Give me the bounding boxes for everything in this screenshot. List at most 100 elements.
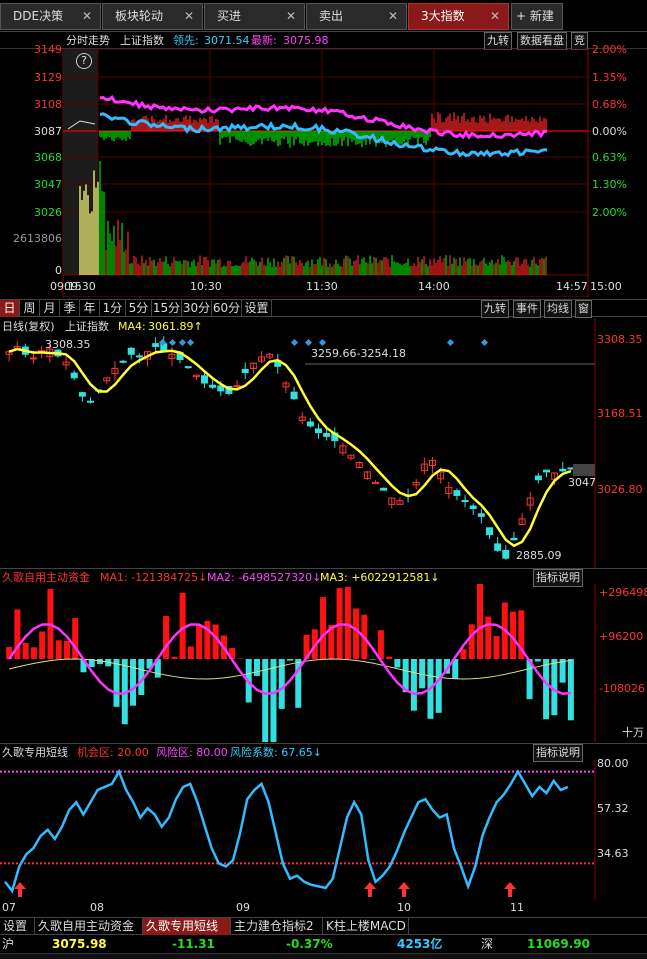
kline-candle bbox=[477, 513, 485, 517]
buy-arrow-icon bbox=[14, 882, 26, 897]
tab-3[interactable]: 买进 ✕ bbox=[204, 3, 305, 30]
latest-label: 最新: bbox=[251, 34, 277, 47]
shortline-chance: 机会区: 20.00 bbox=[77, 746, 149, 759]
kline-candle bbox=[534, 475, 542, 481]
shortline-chart[interactable] bbox=[0, 760, 647, 900]
kline-price-tick: 3308.35 bbox=[597, 333, 643, 346]
intraday-header: 分时走势 上证指数 领先: 3071.54 最新: 3075.98 九转 数据看… bbox=[0, 32, 647, 50]
kline-candle bbox=[323, 433, 331, 437]
kline-range-label: 3259.66-3254.18 bbox=[311, 347, 406, 360]
capital-bar bbox=[253, 659, 260, 676]
capital-bar bbox=[485, 616, 492, 659]
lead-label: 领先: bbox=[173, 34, 199, 47]
capital-bar bbox=[130, 659, 137, 706]
kline-button-3[interactable]: 窗 bbox=[575, 300, 592, 318]
capital-bar bbox=[113, 659, 120, 707]
kline-candle bbox=[290, 391, 298, 400]
period-6[interactable]: 5分 bbox=[126, 300, 152, 317]
tab-label: DDE决策 bbox=[13, 9, 64, 23]
status-bottom-strip bbox=[0, 953, 647, 959]
event-icon bbox=[318, 338, 327, 347]
kline-button-0[interactable]: 九转 bbox=[481, 300, 509, 318]
indicator-tab-0[interactable]: 设置 bbox=[0, 918, 35, 935]
capital-bar bbox=[55, 640, 62, 659]
data-view-button[interactable]: 数据看盘 bbox=[517, 32, 567, 50]
lead-value: 3071.54 bbox=[204, 34, 250, 47]
indicator-tab-2[interactable]: 久歌专用短线 bbox=[143, 918, 231, 935]
tab-5[interactable]: 3大指数 ✕ bbox=[408, 3, 509, 30]
capital-chart[interactable] bbox=[0, 584, 647, 742]
help-icon[interactable]: ? bbox=[76, 53, 92, 69]
shortline-risk: 风险区: 80.00 bbox=[156, 746, 228, 759]
kline-candle bbox=[453, 490, 461, 496]
capital-bar bbox=[171, 656, 178, 659]
capital-bar bbox=[559, 659, 566, 683]
capital-bar bbox=[179, 592, 186, 659]
capital-bar bbox=[287, 659, 293, 661]
kline-candle bbox=[127, 347, 135, 355]
jiuzhuan-button[interactable]: 九转 bbox=[484, 32, 512, 50]
indicator-tab-bar: 设置 久歌自用主动资金 久歌专用短线 主力建仓指标2 K柱上楼MACD bbox=[0, 917, 647, 935]
close-icon[interactable]: ✕ bbox=[388, 4, 398, 29]
kline-button-1[interactable]: 事件 bbox=[513, 300, 541, 318]
event-icon bbox=[168, 338, 177, 347]
close-icon[interactable]: ✕ bbox=[82, 4, 92, 29]
tab-label: 买进 bbox=[217, 9, 242, 23]
period-1[interactable]: 周 bbox=[20, 300, 40, 317]
kline-last-label: 3047 bbox=[568, 476, 596, 489]
capital-bar bbox=[187, 646, 194, 659]
pct-tick: 2.00% bbox=[592, 43, 627, 56]
close-icon[interactable]: ✕ bbox=[286, 4, 296, 29]
price-tick: 3047 bbox=[34, 178, 62, 191]
capital-bar bbox=[394, 659, 401, 668]
tab-label: 3大指数 bbox=[421, 9, 465, 23]
capital-bar bbox=[369, 659, 376, 660]
tab-2[interactable]: 板块轮动 ✕ bbox=[102, 3, 203, 30]
status-market: 沪 bbox=[2, 937, 15, 951]
time-tick: 14:57 bbox=[556, 280, 588, 293]
pct-tick: 0.00% bbox=[592, 125, 627, 138]
close-icon[interactable]: ✕ bbox=[184, 4, 194, 29]
pct-tick: 1.35% bbox=[592, 71, 627, 84]
period-4[interactable]: 年 bbox=[80, 300, 100, 317]
tab-1[interactable]: DDE决策 ✕ bbox=[0, 3, 101, 30]
period-9[interactable]: 60分 bbox=[212, 300, 242, 317]
indicator-tab-4[interactable]: K柱上楼MACD bbox=[323, 918, 409, 935]
indicator-tab-1[interactable]: 久歌自用主动资金 bbox=[35, 918, 143, 935]
pct-tick: 0.63% bbox=[592, 151, 627, 164]
period-10[interactable]: 设置 bbox=[242, 300, 272, 317]
capital-bar bbox=[39, 631, 46, 659]
price-tick: 3087 bbox=[34, 125, 62, 138]
period-2[interactable]: 月 bbox=[40, 300, 60, 317]
kline-candle bbox=[184, 366, 192, 369]
latest-value: 3075.98 bbox=[283, 34, 329, 47]
kline-candle bbox=[315, 428, 322, 434]
intraday-chart[interactable] bbox=[0, 49, 647, 297]
capital-bar bbox=[534, 659, 541, 662]
capital-bar bbox=[435, 659, 442, 713]
close-icon[interactable]: ✕ bbox=[490, 4, 500, 29]
kline-candle bbox=[70, 372, 78, 379]
intraday-index: 上证指数 bbox=[120, 34, 164, 47]
capital-tick: +96200 bbox=[599, 630, 644, 643]
period-7[interactable]: 15分 bbox=[152, 300, 182, 317]
price-tick: 3129 bbox=[34, 71, 62, 84]
new-tab-button[interactable]: + 新建 bbox=[511, 3, 563, 30]
kline-candle bbox=[510, 537, 518, 541]
shortline-line bbox=[4, 768, 569, 894]
pct-tick: 0.68% bbox=[592, 98, 627, 111]
auction-button[interactable]: 竞 bbox=[571, 32, 588, 50]
ma4-line bbox=[8, 347, 572, 548]
period-8[interactable]: 30分 bbox=[182, 300, 212, 317]
pct-tick: 1.30% bbox=[592, 178, 627, 191]
kline-candle bbox=[30, 357, 37, 360]
last-price-marker bbox=[573, 464, 595, 476]
shortline-tick: 34.63 bbox=[597, 847, 629, 860]
period-0[interactable]: 日 bbox=[0, 300, 20, 317]
indicator-tab-3[interactable]: 主力建仓指标2 bbox=[231, 918, 323, 935]
tab-4[interactable]: 卖出 ✕ bbox=[306, 3, 407, 30]
time-tick: 15:00 bbox=[590, 280, 622, 293]
kline-button-2[interactable]: 均线 bbox=[544, 300, 572, 318]
period-5[interactable]: 1分 bbox=[100, 300, 126, 317]
period-3[interactable]: 季 bbox=[60, 300, 80, 317]
